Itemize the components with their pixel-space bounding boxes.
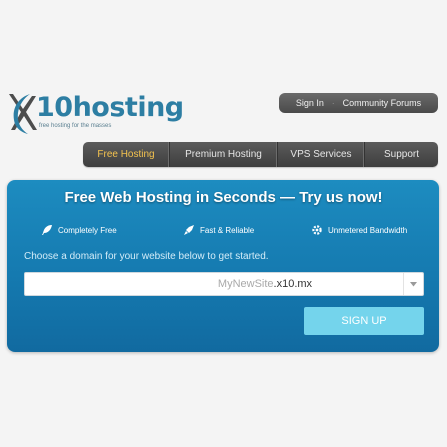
hero-title: Free Web Hosting in Seconds — Try us now… — [64, 189, 383, 206]
subdomain-placeholder: MyNewSite — [217, 278, 274, 290]
sign-in-link[interactable]: Sign In — [296, 98, 324, 108]
site-logo[interactable]: 10hosting free hosting for the masses — [6, 90, 184, 138]
rocket-icon — [184, 225, 194, 235]
nav-item-vps-services[interactable]: VPS Services — [278, 142, 365, 167]
main-nav: Free Hosting Premium Hosting VPS Service… — [83, 142, 438, 167]
dropdown-toggle[interactable] — [403, 273, 423, 295]
logo-text: 10hosting — [36, 92, 184, 123]
signup-button[interactable]: SIGN UP — [304, 307, 424, 335]
feather-icon — [42, 225, 52, 235]
link-separator: · — [331, 98, 335, 108]
feature-item: Unmetered Bandwidth — [311, 220, 407, 240]
feature-label: Fast & Reliable — [200, 225, 255, 235]
logo-swoosh-icon — [9, 94, 37, 134]
community-forums-link[interactable]: Community Forums — [343, 98, 422, 108]
nav-item-premium-hosting[interactable]: Premium Hosting — [170, 142, 278, 167]
feature-label: Completely Free — [58, 225, 117, 235]
account-links-bar: Sign In · Community Forums — [279, 93, 438, 113]
logo-tagline: free hosting for the masses — [39, 123, 112, 129]
domain-value: MyNewSite.x10.mx — [25, 273, 447, 295]
feature-list: Completely Free Fast & Reliable Unmetere… — [7, 220, 439, 240]
feature-label: Unmetered Bandwidth — [328, 225, 408, 235]
nav-item-support[interactable]: Support — [365, 142, 438, 167]
domain-suffix: .x10.mx — [273, 278, 313, 290]
feature-item: Completely Free — [41, 220, 117, 240]
domain-select[interactable]: MyNewSite.x10.mx — [24, 272, 424, 296]
domain-prompt: Choose a domain for your website below t… — [24, 251, 269, 262]
gear-icon — [312, 225, 322, 235]
nav-item-free-hosting[interactable]: Free Hosting — [83, 142, 170, 167]
feature-item: Fast & Reliable — [183, 220, 254, 240]
page: 10hosting free hosting for the masses Si… — [0, 0, 447, 447]
chevron-down-icon — [410, 281, 417, 286]
